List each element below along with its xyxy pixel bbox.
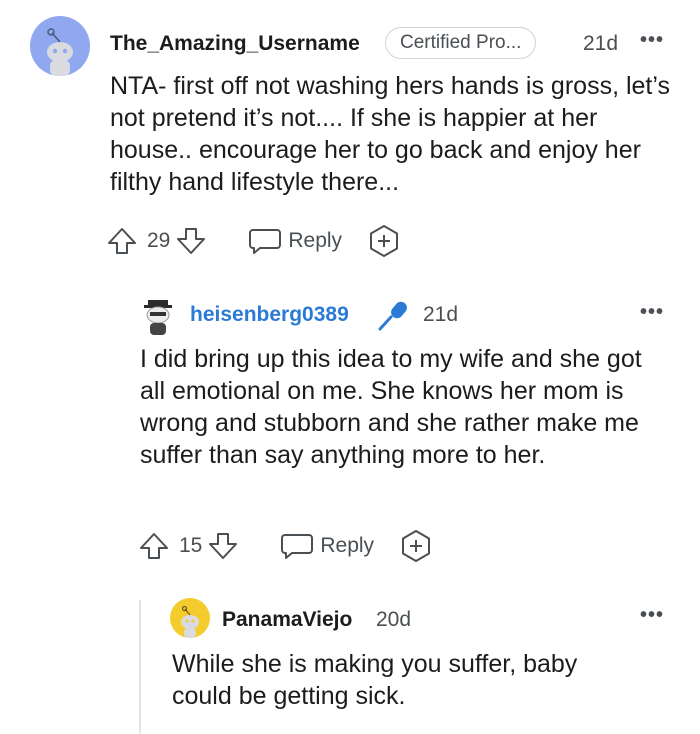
more-options-icon[interactable]: ••• bbox=[640, 29, 664, 52]
comment-username[interactable]: heisenberg0389 bbox=[190, 303, 349, 327]
avatar[interactable] bbox=[170, 598, 210, 638]
reply-label: Reply bbox=[288, 229, 343, 252]
reply-label: Reply bbox=[320, 534, 375, 557]
vote-count: 29 bbox=[147, 229, 171, 252]
award-icon[interactable] bbox=[398, 528, 434, 564]
downvote-icon[interactable] bbox=[174, 224, 208, 258]
comment-body: While she is making you suffer, baby cou… bbox=[172, 650, 578, 710]
reply-bubble-icon bbox=[249, 229, 282, 254]
snoo-avatar-icon bbox=[181, 605, 199, 638]
user-flair: Certified Pro... bbox=[385, 27, 537, 59]
comment-body: I did bring up this idea to my wife and … bbox=[140, 345, 642, 469]
thread-line[interactable] bbox=[139, 600, 141, 734]
snoo-avatar-icon bbox=[47, 28, 73, 76]
comment-actions: 29 Reply bbox=[105, 223, 402, 259]
award-icon[interactable] bbox=[366, 223, 402, 259]
downvote-icon[interactable] bbox=[206, 529, 240, 563]
comment-age: 21d bbox=[583, 32, 619, 55]
comment-username[interactable]: The_Amazing_Username bbox=[110, 32, 360, 56]
snoo-avatar-icon bbox=[144, 300, 172, 335]
upvote-icon[interactable] bbox=[105, 224, 139, 258]
reply-button[interactable]: Reply bbox=[280, 531, 374, 561]
microphone-icon bbox=[378, 301, 407, 331]
comment-username[interactable]: PanamaViejo bbox=[222, 608, 352, 632]
comment-actions: 15 Reply bbox=[137, 528, 434, 564]
comment-age: 20d bbox=[376, 608, 412, 631]
comment-age: 21d bbox=[423, 303, 459, 326]
avatar[interactable] bbox=[140, 296, 176, 336]
comment-body: NTA- first off not washing hers hands is… bbox=[110, 72, 670, 196]
avatar[interactable] bbox=[30, 16, 90, 76]
more-options-icon[interactable]: ••• bbox=[640, 604, 664, 627]
upvote-icon[interactable] bbox=[137, 529, 171, 563]
vote-count: 15 bbox=[179, 534, 203, 557]
more-options-icon[interactable]: ••• bbox=[640, 301, 664, 324]
reply-bubble-icon bbox=[281, 534, 314, 559]
reply-button[interactable]: Reply bbox=[248, 226, 342, 256]
